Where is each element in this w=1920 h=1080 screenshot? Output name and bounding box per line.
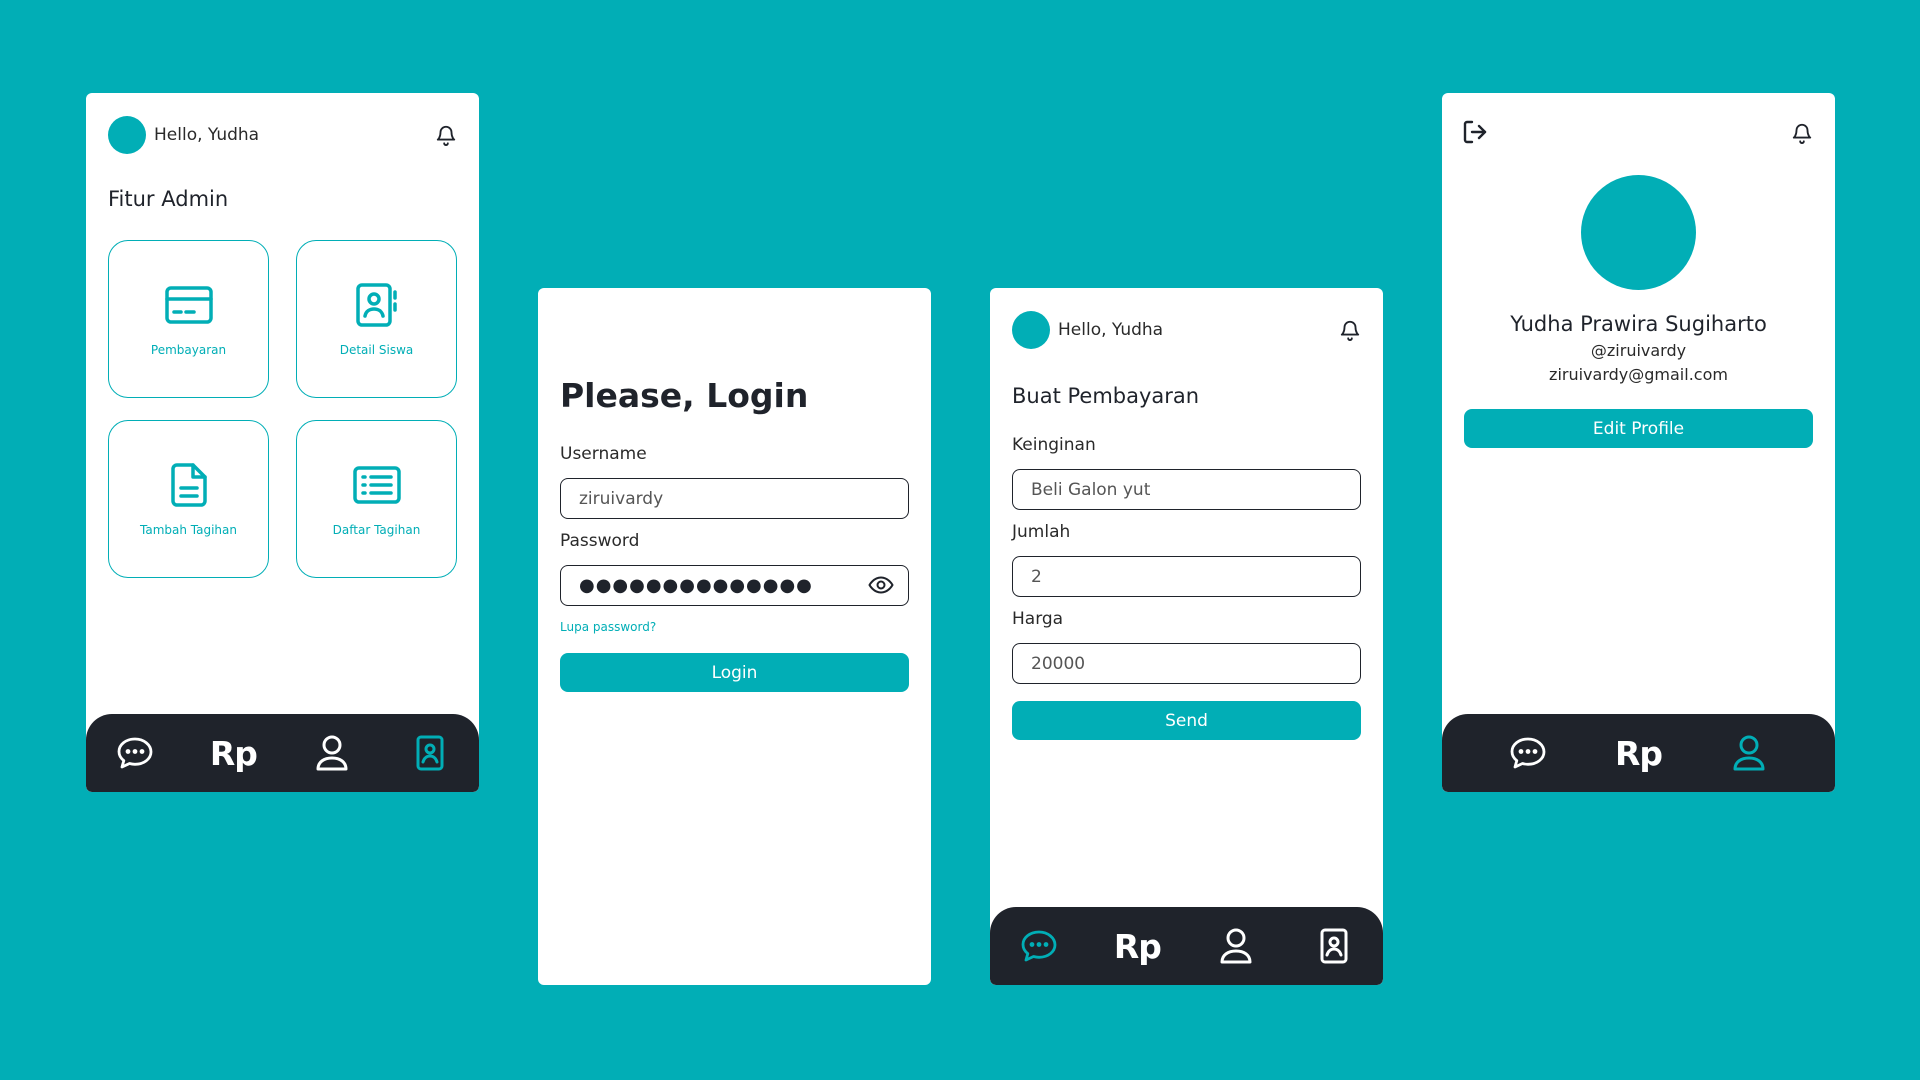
feature-label: Detail Siswa (339, 343, 414, 357)
harga-value: 20000 (1031, 653, 1086, 674)
jumlah-label: Jumlah (1012, 522, 1071, 542)
username-value: ziruivardy (579, 488, 664, 509)
forgot-password-link[interactable]: Lupa password? (560, 620, 656, 634)
admin-screen: Hello, Yudha Fitur Admin Pembayaran Deta… (86, 93, 479, 792)
feature-card-tambah-tagihan[interactable]: Tambah Tagihan (108, 420, 269, 578)
feature-card-pembayaran[interactable]: Pembayaran (108, 240, 269, 398)
profile-screen: Yudha Prawira Sugiharto @ziruivardy ziru… (1442, 93, 1835, 792)
keinginan-value: Beli Galon yut (1031, 479, 1151, 500)
user-icon[interactable] (1725, 729, 1773, 777)
credit-card-icon (164, 281, 214, 329)
feature-label: Pembayaran (150, 343, 227, 357)
page-title: Please, Login (560, 376, 809, 415)
chat-icon[interactable] (1504, 729, 1552, 777)
user-icon[interactable] (1212, 922, 1260, 970)
admin-header: Hello, Yudha (108, 115, 459, 155)
id-card-icon[interactable] (1310, 922, 1358, 970)
jumlah-input[interactable]: 2 (1012, 556, 1361, 597)
list-icon (352, 461, 402, 509)
payment-screen: Hello, Yudha Buat Pembayaran Keinginan B… (990, 288, 1383, 985)
profile-name: Yudha Prawira Sugiharto (1510, 312, 1767, 336)
password-input[interactable]: ●●●●●●●●●●●●●● (560, 565, 909, 606)
feature-grid: Pembayaran Detail Siswa Tambah Tagihan D… (108, 240, 458, 578)
eye-icon[interactable] (868, 574, 894, 601)
avatar[interactable] (1012, 311, 1050, 349)
feature-card-detail-siswa[interactable]: Detail Siswa (296, 240, 457, 398)
harga-label: Harga (1012, 609, 1064, 629)
bottom-nav: Rp (86, 714, 479, 792)
send-button[interactable]: Send (1012, 701, 1361, 740)
login-screen: Please, Login Username ziruivardy Passwo… (538, 288, 931, 985)
harga-input[interactable]: 20000 (1012, 643, 1361, 684)
bell-icon[interactable] (1789, 119, 1815, 147)
bottom-nav: Rp (1442, 714, 1835, 792)
bell-icon[interactable] (433, 121, 459, 149)
greeting: Hello, Yudha (1058, 320, 1164, 340)
section-title: Fitur Admin (108, 187, 229, 211)
document-icon (170, 461, 208, 509)
username-input[interactable]: ziruivardy (560, 478, 909, 519)
profile-avatar[interactable] (1581, 175, 1696, 290)
feature-card-daftar-tagihan[interactable]: Daftar Tagihan (296, 420, 457, 578)
edit-profile-button[interactable]: Edit Profile (1464, 409, 1813, 448)
feature-label: Daftar Tagihan (332, 523, 421, 537)
login-button[interactable]: Login (560, 653, 909, 692)
section-title: Buat Pembayaran (1012, 384, 1200, 408)
password-value: ●●●●●●●●●●●●●● (579, 575, 813, 596)
logout-icon[interactable] (1462, 119, 1490, 147)
rupiah-icon[interactable]: Rp (1113, 922, 1162, 970)
chat-icon[interactable] (111, 729, 159, 777)
payment-header: Hello, Yudha (1012, 310, 1363, 350)
rupiah-icon[interactable]: Rp (1615, 729, 1663, 777)
feature-label: Tambah Tagihan (140, 523, 237, 537)
username-label: Username (560, 444, 647, 464)
jumlah-value: 2 (1031, 566, 1042, 587)
contact-book-icon (355, 281, 399, 329)
bottom-nav: Rp (990, 907, 1383, 985)
keinginan-label: Keinginan (1012, 435, 1096, 455)
profile-handle: @ziruivardy (1590, 341, 1687, 360)
profile-email: ziruivardy@gmail.com (1549, 365, 1728, 384)
user-icon[interactable] (308, 729, 356, 777)
avatar[interactable] (108, 116, 146, 154)
keinginan-input[interactable]: Beli Galon yut (1012, 469, 1361, 510)
rupiah-icon[interactable]: Rp (209, 729, 258, 777)
greeting: Hello, Yudha (154, 125, 260, 145)
id-card-icon[interactable] (406, 729, 454, 777)
chat-icon[interactable] (1015, 922, 1063, 970)
bell-icon[interactable] (1337, 316, 1363, 344)
password-label: Password (560, 531, 640, 551)
